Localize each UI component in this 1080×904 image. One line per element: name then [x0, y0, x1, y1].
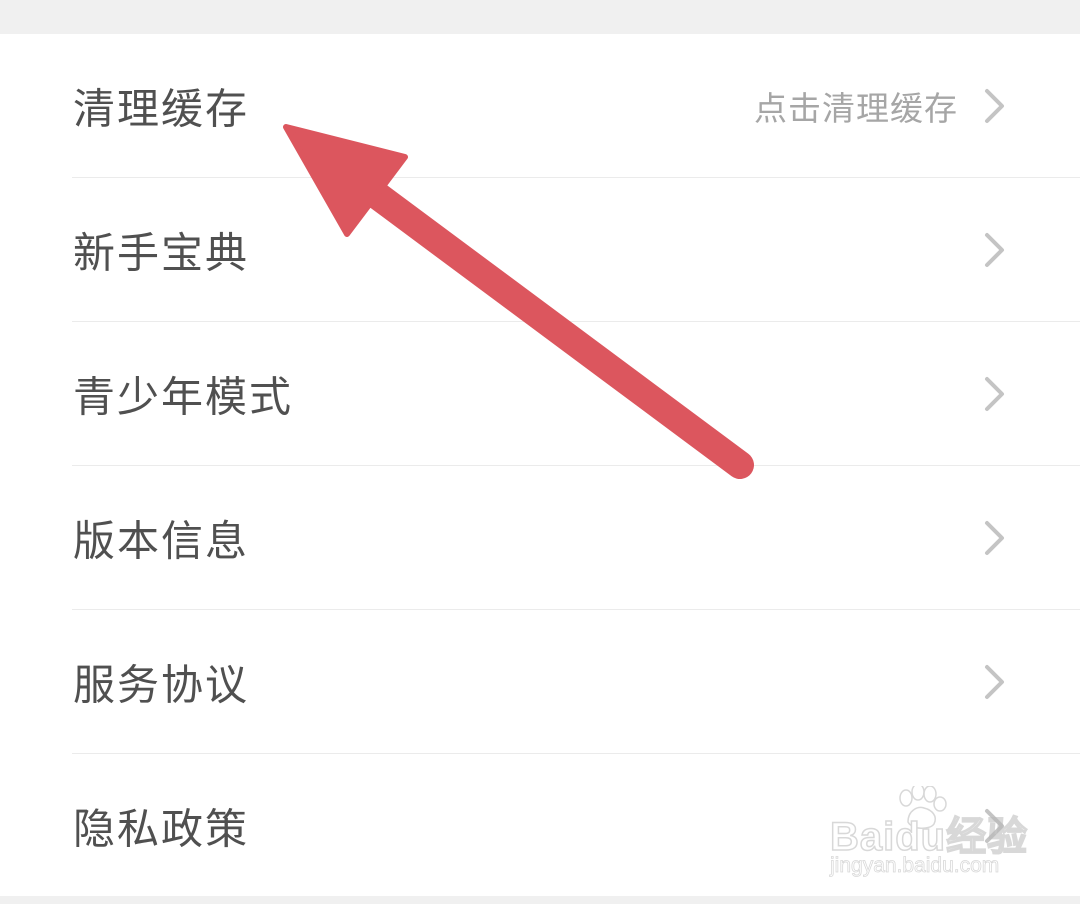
settings-item-label: 新手宝典	[73, 228, 250, 278]
settings-item-value: 点击清理缓存	[754, 89, 958, 128]
chevron-right-icon	[985, 377, 1004, 411]
settings-item-version-info[interactable]: 版本信息	[0, 466, 1080, 610]
settings-item-beginner-guide[interactable]: 新手宝典	[0, 178, 1080, 322]
settings-item-service-agreement[interactable]: 服务协议	[0, 610, 1080, 754]
settings-item-teen-mode[interactable]: 青少年模式	[0, 322, 1080, 466]
settings-item-label: 版本信息	[73, 516, 250, 566]
baidu-watermark: Baidu经验 jingyan.baidu.com	[826, 786, 1028, 886]
settings-screen: 清理缓存 点击清理缓存 新手宝典 青少年模式 版本信息 服务协议 隐私政策 Ba…	[0, 0, 1080, 904]
chevron-right-icon	[985, 665, 1004, 699]
chevron-right-icon	[985, 89, 1004, 123]
settings-item-label: 清理缓存	[73, 84, 250, 134]
chevron-right-icon	[985, 233, 1004, 267]
settings-item-label: 服务协议	[73, 660, 250, 710]
settings-item-label: 隐私政策	[73, 804, 250, 854]
settings-item-label: 青少年模式	[73, 372, 294, 422]
chevron-right-icon	[985, 521, 1004, 555]
settings-item-clear-cache[interactable]: 清理缓存 点击清理缓存	[0, 34, 1080, 178]
settings-list: 清理缓存 点击清理缓存 新手宝典 青少年模式 版本信息 服务协议 隐私政策	[0, 34, 1080, 896]
watermark-url: jingyan.baidu.com	[830, 854, 1000, 878]
